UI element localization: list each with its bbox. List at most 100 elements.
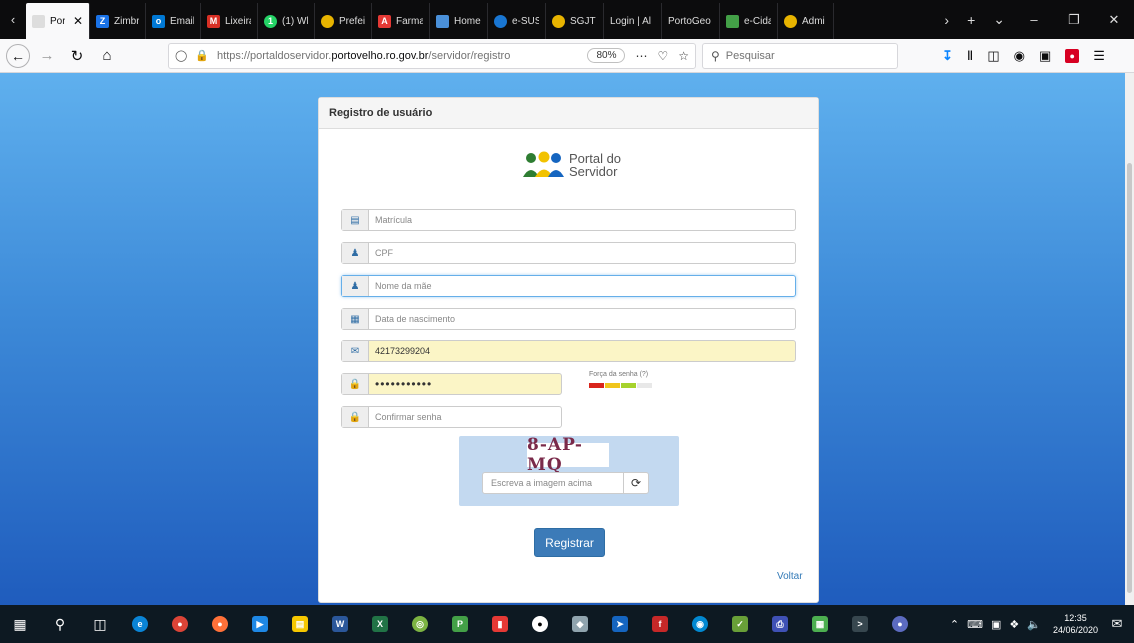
excel-icon[interactable]: X [360,605,400,643]
captcha-field: ⟳ [482,472,649,494]
paint-icon[interactable]: ● [880,605,920,643]
portal-logo-icon [523,151,564,177]
tab-esus[interactable]: e-SUS [488,3,546,39]
filezilla-icon[interactable]: f [640,605,680,643]
tab-list-icon[interactable]: ⌄ [984,11,1014,28]
data-nascimento-input[interactable] [369,309,795,329]
file-explorer-icon[interactable]: ▤ [280,605,320,643]
captcha-text: 8-AP-MQ [527,435,583,475]
tab-ecidade[interactable]: e-Cida [720,3,778,39]
tab-sgjt[interactable]: SGJT [546,3,604,39]
tab-admin[interactable]: Admi [778,3,834,39]
minimize-icon[interactable]: – [1014,0,1054,39]
tab-login[interactable]: Login | Al [604,3,662,39]
matricula-field: ▤ [341,209,796,231]
windows-start-icon[interactable]: ▦ [0,605,40,643]
remote-desktop-icon[interactable]: ▦ [800,605,840,643]
captcha-input[interactable] [483,473,623,493]
media-player-icon[interactable]: ▶ [240,605,280,643]
email-input[interactable] [369,341,795,361]
edge-icon[interactable]: e [120,605,160,643]
refresh-icon[interactable]: ⟳ [623,473,648,493]
restore-icon[interactable]: ❐ [1054,0,1094,39]
nome-mae-input[interactable] [369,276,795,296]
tab-lixeira[interactable]: M Lixeira [201,3,258,39]
search-icon: ⚲ [711,48,720,63]
dropbox-icon[interactable]: ❖ [1009,618,1019,631]
url-path: /servidor/registro [428,49,511,62]
scrollbar-thumb[interactable] [1127,163,1132,593]
navigation-toolbar: ← → ↻ ⌂ ◯ 🔒 https://portaldoservidor.por… [0,39,1134,73]
firefox-icon[interactable]: ● [200,605,240,643]
screenshot-icon[interactable]: ▣ [1039,48,1051,64]
page-scrollbar[interactable] [1125,73,1134,605]
display-icon[interactable]: ▣ [991,618,1001,631]
tab-prefeitura[interactable]: Prefei [315,3,372,39]
password-strength-label[interactable]: Força da senha (?) [589,371,652,378]
bookmark-star-icon[interactable]: ☆ [678,49,689,63]
senha-input[interactable] [369,374,561,394]
tabbar-actions: › + ⌄ [935,0,1014,39]
volume-icon[interactable]: 🔈 [1027,618,1041,631]
home-icon[interactable]: ⌂ [94,43,120,69]
url-domain: portovelho.ro.gov.br [331,49,429,62]
register-button[interactable]: Registrar [534,528,605,557]
terminal-icon[interactable]: > [840,605,880,643]
close-icon[interactable]: ✕ [73,14,83,28]
powerbi-icon[interactable]: ▮ [480,605,520,643]
keyboard-icon[interactable]: ⌨ [967,618,983,631]
tool-icon[interactable]: ➤ [600,605,640,643]
word-icon[interactable]: W [320,605,360,643]
senha-field: 🔒 [341,373,562,395]
eye-icon[interactable]: ◉ [680,605,720,643]
url-text[interactable]: https://portaldoservidor.portovelho.ro.g… [217,50,510,62]
tab-farma[interactable]: A Farma [372,3,430,39]
reload-icon[interactable]: ↻ [64,43,90,69]
clock[interactable]: 12:35 24/06/2020 [1053,612,1098,636]
back-icon[interactable]: ← [6,43,30,68]
tab-zimbra[interactable]: Z Zimbr [90,3,146,39]
soccer-icon[interactable]: ● [520,605,560,643]
chrome-icon[interactable]: ● [160,605,200,643]
zoom-level[interactable]: 80% [587,48,626,63]
close-window-icon[interactable]: ✕ [1094,0,1134,39]
notification-icon[interactable]: ✉ [1106,616,1128,632]
network-icon[interactable]: ◆ [560,605,600,643]
tab-home[interactable]: Home [430,3,488,39]
new-tab-icon[interactable]: + [958,12,984,28]
tab-scroll-right-icon[interactable]: › [935,12,958,28]
tab-portogeo[interactable]: PortoGeo [662,3,720,39]
app-icon[interactable]: ◎ [400,605,440,643]
tray-chevron-up-icon[interactable]: ⌃ [950,618,959,631]
search-icon[interactable]: ⚲ [40,605,80,643]
check-icon[interactable]: ✓ [720,605,760,643]
menu-icon[interactable]: ☰ [1093,48,1105,64]
matricula-input[interactable] [369,210,795,230]
printer-icon[interactable]: ⎙ [760,605,800,643]
extension-icon[interactable]: ◉ [1014,48,1025,64]
tracking-shield-icon[interactable]: ◯ [175,49,187,62]
tab-portal[interactable]: Portal ✕ [26,3,90,39]
sidebar-icon[interactable]: ◫ [987,48,999,64]
tab-label: e-SUS [512,15,539,27]
lock-icon[interactable]: 🔒 [195,49,209,62]
tab-scroll-left-icon[interactable]: ‹ [0,0,26,39]
cpf-input[interactable] [369,243,795,263]
search-bar[interactable]: ⚲ Pesquisar [702,42,898,69]
publisher-icon[interactable]: P [440,605,480,643]
confirmar-senha-input[interactable] [369,407,561,427]
library-icon[interactable]: Ⅱ [967,48,973,64]
back-link[interactable]: Voltar [777,571,803,582]
pocket-icon[interactable]: ♡ [657,49,668,63]
url-bar[interactable]: ◯ 🔒 https://portaldoservidor.portovelho.… [168,42,696,69]
forward-icon[interactable]: → [34,43,60,69]
download-icon[interactable]: ↧ [942,48,953,64]
whatsapp-icon: 1 [264,14,277,28]
clock-time: 12:35 [1064,613,1087,623]
pdf-extension-icon[interactable]: ● [1065,48,1080,63]
page-actions-icon[interactable]: ⋯ [635,49,647,63]
tab-label: Portal [50,15,65,27]
task-view-icon[interactable]: ◫ [80,605,120,643]
tab-whatsapp[interactable]: 1 (1) Wh [258,3,315,39]
tab-email[interactable]: o Email [146,3,201,39]
